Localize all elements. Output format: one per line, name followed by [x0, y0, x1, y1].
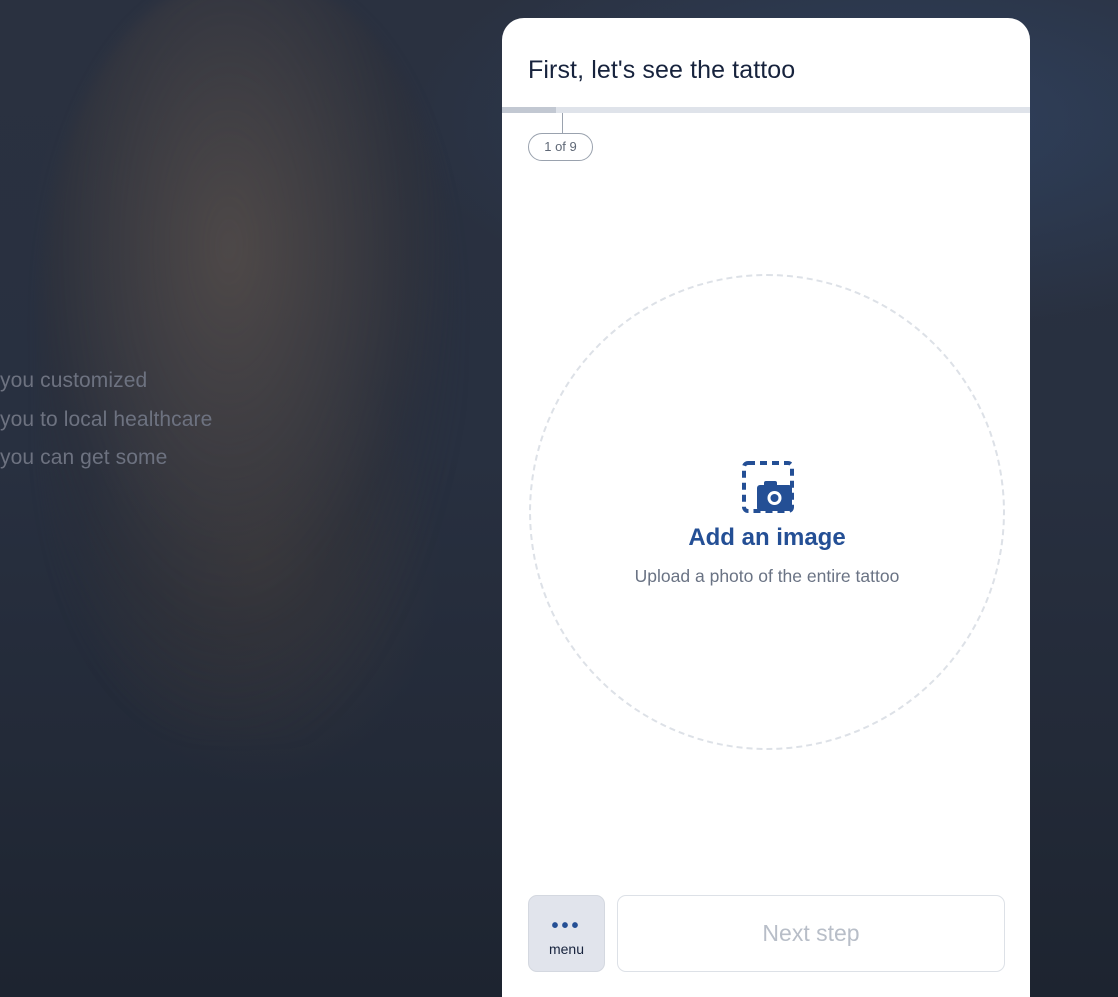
- next-step-button[interactable]: Next step: [617, 895, 1005, 972]
- background-text-line: you customized: [0, 369, 148, 392]
- upload-title: Add an image: [688, 524, 846, 551]
- card-title: First, let's see the tattoo: [528, 56, 796, 84]
- progress-bar: [502, 107, 1030, 113]
- image-upload-dropzone[interactable]: Add an image Upload a photo of the entir…: [529, 274, 1005, 750]
- progress-marker: [562, 113, 563, 133]
- more-dots-icon: •••: [551, 915, 582, 937]
- progress-bar-fill: [502, 107, 556, 113]
- step-counter-badge: 1 of 9: [528, 133, 593, 161]
- menu-label: menu: [548, 941, 585, 957]
- background-text-line: you to local healthcare: [0, 407, 213, 431]
- background-intro-text: you customized you to local healthcare y…: [0, 362, 212, 478]
- camera-upload-icon: [742, 461, 794, 513]
- questionnaire-card: First, let's see the tattoo 1 of 9 Add a…: [502, 18, 1030, 997]
- background-text-line: you can get some: [0, 446, 168, 469]
- menu-button[interactable]: ••• menu: [528, 895, 605, 972]
- upload-subtitle: Upload a photo of the entire tattoo: [634, 566, 900, 586]
